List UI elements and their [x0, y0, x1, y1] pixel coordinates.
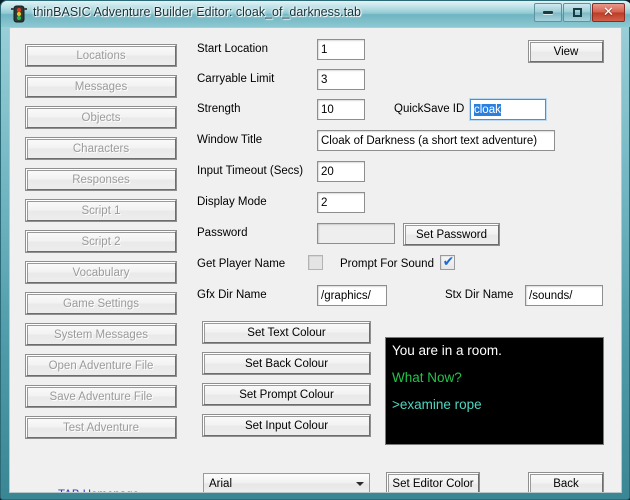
- window-title-label: Window Title: [197, 134, 263, 146]
- traffic-light-icon: [11, 5, 27, 23]
- display-mode-input[interactable]: 2: [317, 192, 365, 213]
- tab-homepage-link[interactable]: TAB Homepage: [58, 489, 139, 492]
- button-label: Characters: [72, 142, 130, 155]
- chevron-down-icon[interactable]: [351, 475, 368, 492]
- quicksave-id-value: cloak: [474, 104, 501, 116]
- quicksave-id-label: QuickSave ID: [394, 103, 465, 115]
- font-family-combobox[interactable]: Arial: [203, 473, 370, 492]
- button-label: Objects: [81, 111, 121, 124]
- password-label: Password: [197, 227, 248, 239]
- start-location-input[interactable]: 1: [317, 39, 365, 60]
- back-button[interactable]: Back: [528, 472, 604, 492]
- input-timeout-input[interactable]: 20: [317, 161, 365, 182]
- view-button[interactable]: View: [528, 40, 604, 63]
- button-label: Back: [553, 477, 579, 490]
- maximize-button[interactable]: [563, 3, 591, 22]
- button-label: Locations: [76, 49, 126, 62]
- sidebar-button-messages[interactable]: Messages: [25, 75, 177, 98]
- preview-input-line: >examine rope: [392, 397, 482, 412]
- set-text-colour-button[interactable]: Set Text Colour: [202, 321, 371, 344]
- set-back-colour-button[interactable]: Set Back Colour: [202, 352, 371, 375]
- window-title: thinBASIC Adventure Builder Editor: cloa…: [33, 5, 361, 19]
- button-label: Script 2: [81, 235, 121, 248]
- get-player-name-label: Get Player Name: [197, 258, 286, 270]
- gfx-dir-label: Gfx Dir Name: [197, 289, 267, 301]
- strength-input[interactable]: 10: [317, 99, 365, 120]
- button-label: Responses: [72, 173, 130, 186]
- window-title-input[interactable]: Cloak of Darkness (a short text adventur…: [317, 130, 555, 151]
- password-input[interactable]: [317, 223, 395, 244]
- sidebar-button-script-1[interactable]: Script 1: [25, 199, 177, 222]
- close-button[interactable]: ✕: [592, 3, 625, 22]
- input-timeout-label: Input Timeout (Secs): [197, 165, 304, 177]
- set-editor-color-button[interactable]: Set Editor Color: [386, 472, 480, 492]
- set-password-button[interactable]: Set Password: [403, 223, 500, 246]
- gfx-dir-input[interactable]: /graphics/: [317, 285, 387, 306]
- button-label: Set Prompt Colour: [239, 388, 334, 401]
- set-input-colour-button[interactable]: Set Input Colour: [202, 414, 371, 437]
- prompt-for-sound-label: Prompt For Sound: [340, 258, 434, 270]
- sidebar-button-locations[interactable]: Locations: [25, 44, 177, 67]
- minimize-icon: [535, 4, 561, 21]
- quicksave-id-input[interactable]: cloak: [470, 99, 546, 120]
- client-area: Locations Messages Objects Characters Re…: [9, 27, 622, 493]
- button-label: Open Adventure File: [48, 359, 154, 372]
- sidebar-button-system-messages[interactable]: System Messages: [25, 323, 177, 346]
- prompt-for-sound-checkbox[interactable]: ✔: [440, 254, 455, 270]
- button-label: Game Settings: [62, 297, 140, 310]
- sfx-dir-label: Stx Dir Name: [445, 289, 514, 301]
- carryable-limit-label: Carryable Limit: [197, 73, 275, 85]
- set-prompt-colour-button[interactable]: Set Prompt Colour: [202, 383, 371, 406]
- sidebar-button-objects[interactable]: Objects: [25, 106, 177, 129]
- preview-prompt-line: What Now?: [392, 370, 462, 385]
- sfx-dir-input[interactable]: /sounds/: [525, 285, 603, 306]
- get-player-name-checkbox[interactable]: [308, 255, 323, 270]
- sidebar-button-save-adventure-file[interactable]: Save Adventure File: [25, 385, 177, 408]
- application-window: thinBASIC Adventure Builder Editor: cloa…: [0, 0, 630, 500]
- display-mode-label: Display Mode: [197, 196, 267, 208]
- button-label: View: [553, 45, 579, 58]
- title-bar[interactable]: thinBASIC Adventure Builder Editor: cloa…: [1, 1, 630, 27]
- button-label: Set Text Colour: [247, 326, 326, 339]
- button-label: Script 1: [81, 204, 121, 217]
- sidebar-button-responses[interactable]: Responses: [25, 168, 177, 191]
- minimize-button[interactable]: [534, 3, 562, 22]
- button-label: Messages: [74, 80, 128, 93]
- sidebar-button-open-adventure-file[interactable]: Open Adventure File: [25, 354, 177, 377]
- sidebar-button-game-settings[interactable]: Game Settings: [25, 292, 177, 315]
- button-label: Set Input Colour: [244, 419, 329, 432]
- start-location-label: Start Location: [197, 43, 268, 55]
- button-label: Set Password: [416, 228, 487, 241]
- button-label: Test Adventure: [62, 421, 140, 434]
- checkmark-icon: ✔: [442, 254, 455, 270]
- maximize-icon: [564, 4, 590, 21]
- close-icon: ✕: [603, 5, 614, 20]
- sidebar-button-vocabulary[interactable]: Vocabulary: [25, 261, 177, 284]
- button-label: Vocabulary: [72, 266, 130, 279]
- button-label: System Messages: [54, 328, 148, 341]
- button-label: Set Editor Color: [392, 477, 474, 490]
- preview-console: You are in a room. What Now? >examine ro…: [385, 337, 604, 445]
- carryable-limit-input[interactable]: 3: [317, 69, 365, 90]
- sidebar-button-characters[interactable]: Characters: [25, 137, 177, 160]
- button-label: Set Back Colour: [244, 357, 329, 370]
- button-label: Save Adventure File: [49, 390, 153, 403]
- font-combobox-value: Arial: [209, 477, 233, 490]
- strength-label: Strength: [197, 103, 241, 115]
- preview-text-line: You are in a room.: [392, 343, 502, 358]
- sidebar-button-script-2[interactable]: Script 2: [25, 230, 177, 253]
- sidebar-button-test-adventure[interactable]: Test Adventure: [25, 416, 177, 439]
